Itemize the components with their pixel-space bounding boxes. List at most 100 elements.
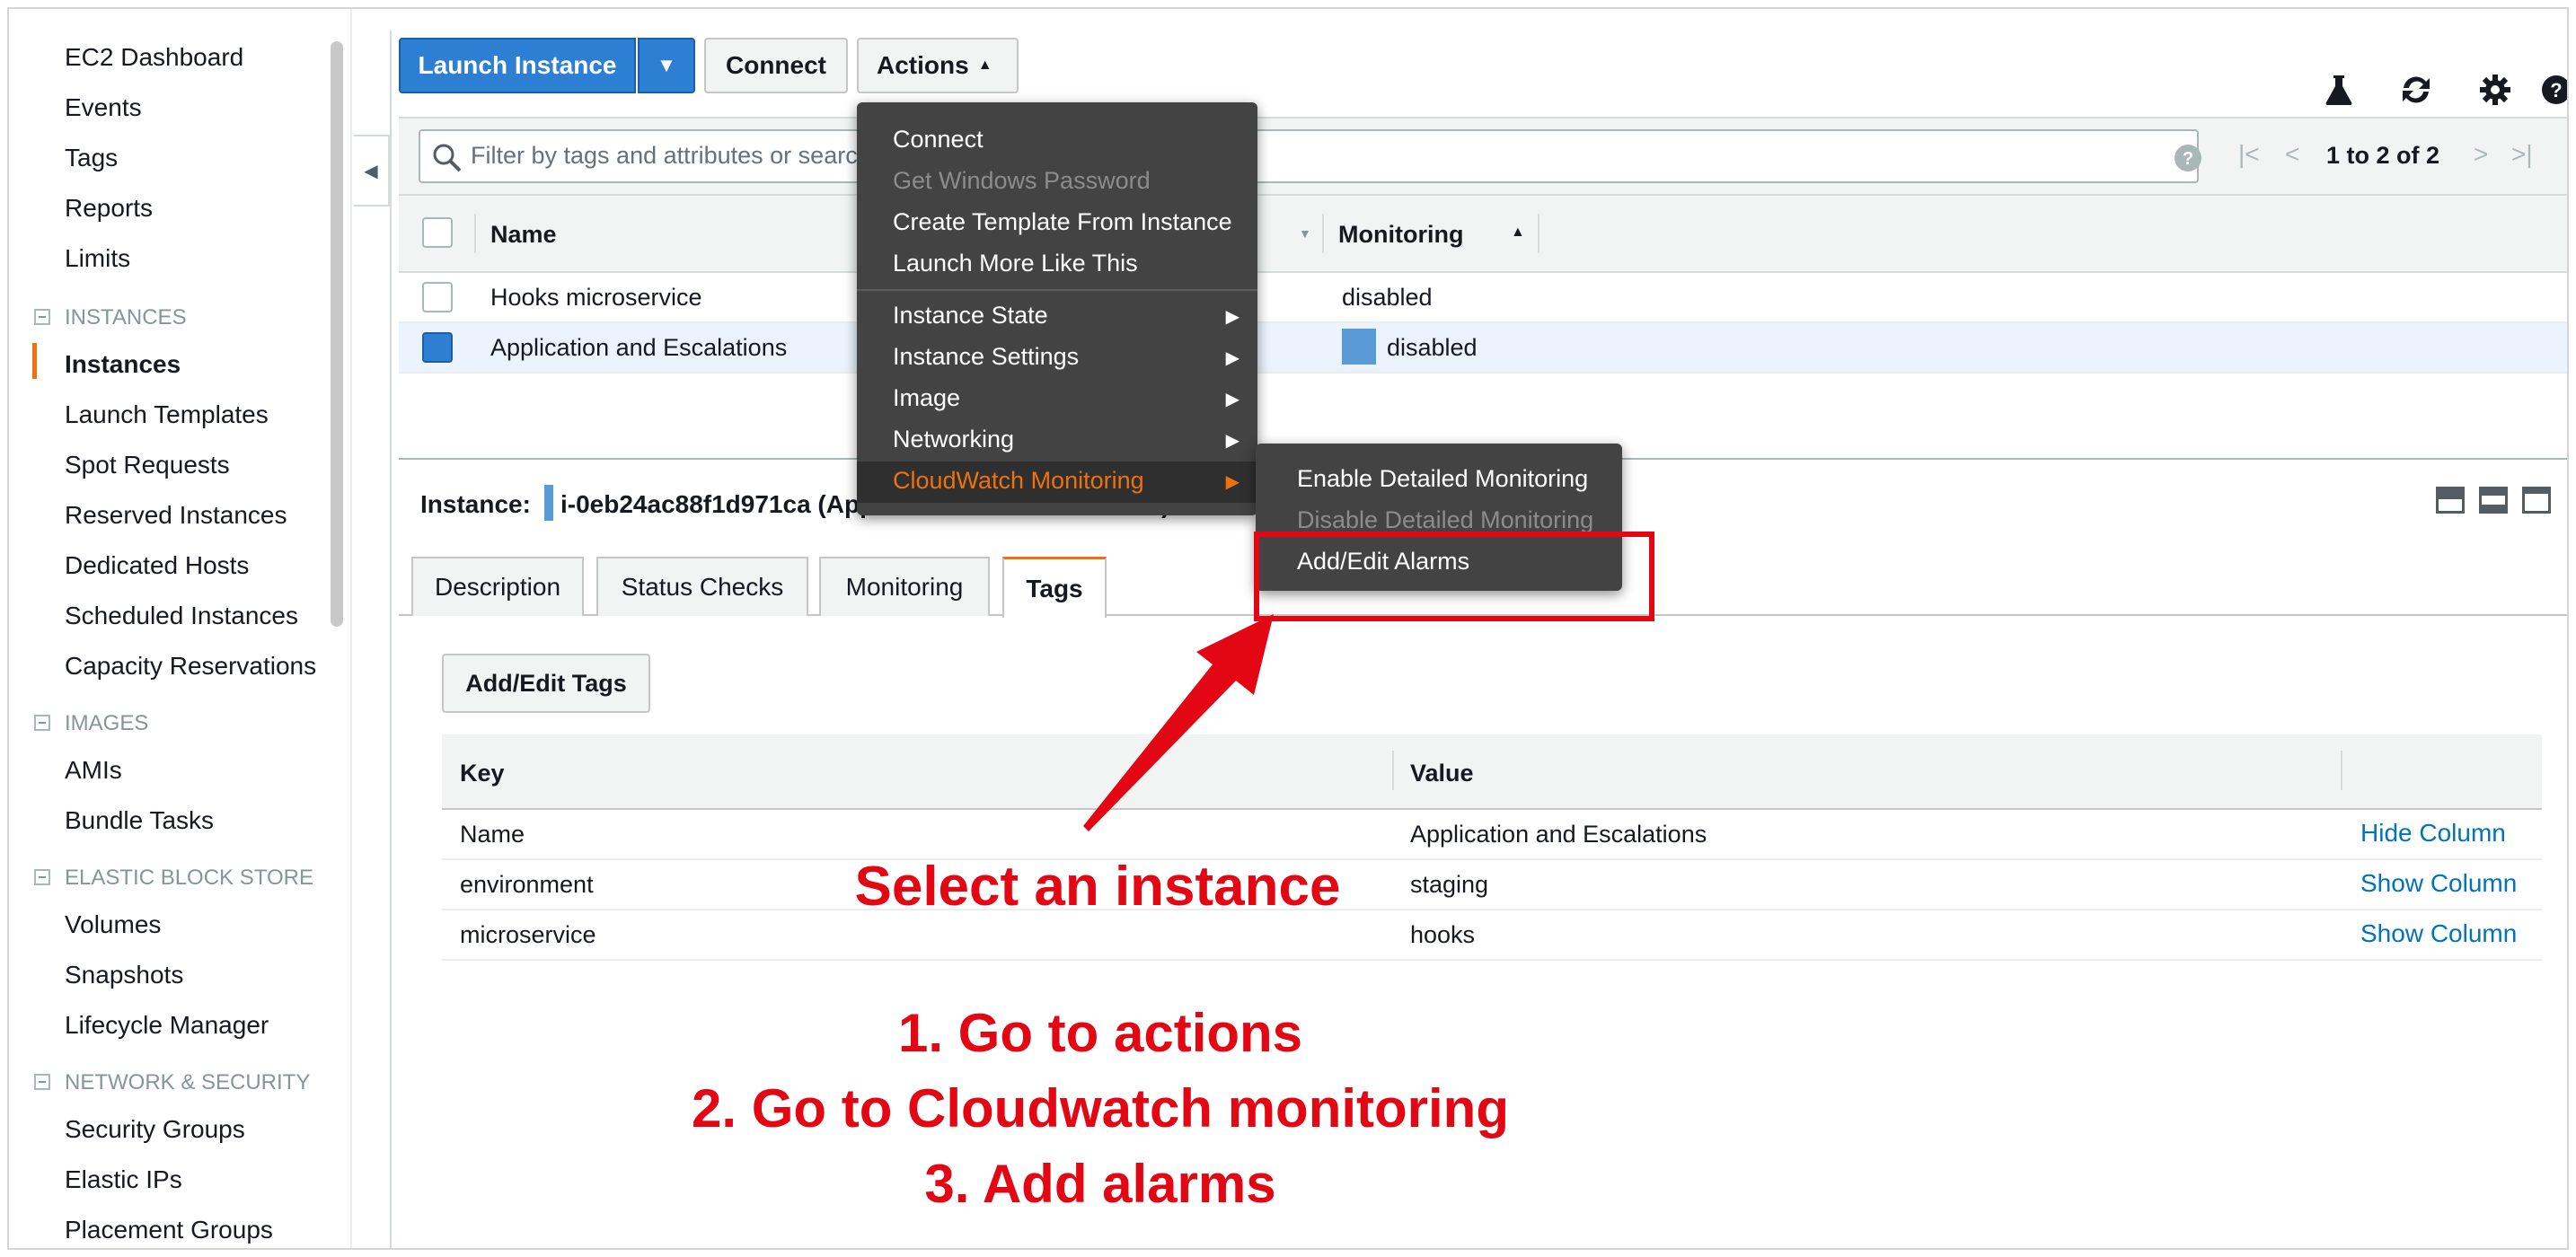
sidebar-item-capacity-reservations[interactable]: Capacity Reservations (65, 652, 316, 681)
row-checkbox[interactable] (422, 282, 453, 312)
sidebar-item-security-groups[interactable]: Security Groups (65, 1115, 245, 1144)
sidebar-item-lifecycle-manager[interactable]: Lifecycle Manager (65, 1011, 269, 1040)
flask-icon[interactable] (2321, 72, 2357, 108)
section-instances: INSTANCES (65, 305, 187, 330)
submenu-arrow-icon: ▶ (1225, 390, 1239, 409)
menu-item-create-template[interactable]: Create Template From Instance (893, 208, 1232, 236)
sort-caret-icon[interactable]: ▼ (1299, 226, 1311, 241)
sidebar-item-placement-groups[interactable]: Placement Groups (65, 1216, 273, 1244)
launch-instance-button[interactable]: Launch Instance (399, 38, 636, 93)
launch-dropdown-button[interactable]: ▼ (638, 38, 695, 93)
actions-button[interactable]: Actions ▲ (857, 38, 1019, 93)
annotation-step-3: 3. Add alarms (924, 1154, 1276, 1214)
sidebar-item-amis[interactable]: AMIs (65, 756, 122, 785)
tab-monitoring[interactable]: Monitoring (819, 557, 990, 616)
column-separator (474, 214, 476, 253)
actions-label: Actions (877, 51, 969, 79)
sidebar-scrollbar[interactable] (331, 41, 343, 627)
tab-description[interactable]: Description (411, 557, 584, 616)
section-images: IMAGES (65, 711, 149, 735)
previous-page-icon[interactable]: < (2285, 140, 2299, 169)
gear-icon[interactable] (2477, 72, 2513, 108)
menu-item-get-windows-password: Get Windows Password (893, 167, 1151, 194)
collapse-images-icon[interactable] (34, 715, 50, 731)
caret-down-icon: ▼ (657, 54, 676, 76)
sidebar-item-launch-templates[interactable]: Launch Templates (65, 400, 269, 429)
menu-item-cloudwatch-monitoring[interactable]: CloudWatch Monitoring (893, 467, 1144, 495)
instance-name: Hooks microservice (490, 284, 702, 311)
tag-row (442, 910, 2542, 961)
hide-column-link[interactable]: Hide Column (2360, 819, 2506, 848)
caret-left-icon: ◀ (364, 161, 378, 181)
annotation-step-2: 2. Go to Cloudwatch monitoring (692, 1078, 1509, 1138)
collapse-instances-icon[interactable] (34, 309, 50, 325)
sidebar-item-volumes[interactable]: Volumes (65, 910, 161, 939)
sidebar-item-dedicated-hosts[interactable]: Dedicated Hosts (65, 551, 249, 580)
collapse-ebs-icon[interactable] (34, 869, 50, 885)
menu-item-connect[interactable]: Connect (893, 126, 984, 154)
first-page-icon[interactable]: |< (2238, 140, 2260, 169)
collapse-sidebar-button[interactable]: ◀ (354, 135, 390, 207)
menu-item-networking[interactable]: Networking (893, 426, 1014, 453)
table-row[interactable] (399, 273, 2567, 323)
add-edit-tags-button[interactable]: Add/Edit Tags (442, 654, 650, 713)
sidebar-item-events[interactable]: Events (65, 93, 142, 122)
help-icon[interactable]: ? (2538, 72, 2567, 108)
sidebar-item-snapshots[interactable]: Snapshots (65, 961, 183, 989)
menu-item-launch-more[interactable]: Launch More Like This (893, 250, 1138, 277)
pager-text: 1 to 2 of 2 (2326, 142, 2440, 169)
tag-key: Name (460, 821, 525, 848)
menu-item-enable-detailed-monitoring[interactable]: Enable Detailed Monitoring (1297, 465, 1588, 493)
annotation-step-1: 1. Go to actions (897, 1003, 1303, 1063)
submenu-arrow-icon: ▶ (1225, 307, 1239, 327)
menu-item-disable-detailed-monitoring: Disable Detailed Monitoring (1297, 506, 1594, 533)
sidebar-item-tags[interactable]: Tags (65, 144, 118, 172)
menu-item-image[interactable]: Image (893, 384, 960, 412)
next-page-icon[interactable]: > (2474, 140, 2488, 169)
header-key: Key (460, 760, 505, 787)
last-page-icon[interactable]: >| (2511, 140, 2533, 169)
panel-minimize-icon[interactable] (2436, 487, 2465, 514)
instance-color-marker (544, 485, 553, 521)
show-column-link[interactable]: Show Column (2360, 869, 2517, 898)
sidebar-item-instances[interactable]: Instances (65, 350, 181, 379)
tab-status-checks[interactable]: Status Checks (596, 557, 808, 616)
header-name[interactable]: Name (490, 221, 557, 249)
tag-value: Application and Escalations (1410, 821, 1707, 848)
sidebar-item-elastic-ips[interactable]: Elastic IPs (65, 1165, 182, 1194)
sidebar: EC2 Dashboard Events Tags Reports Limits… (9, 9, 350, 1248)
caret-up-icon: ▲ (977, 57, 992, 73)
header-monitoring[interactable]: Monitoring (1338, 221, 1463, 249)
tag-key: environment (460, 871, 594, 898)
sidebar-item-reports[interactable]: Reports (65, 194, 153, 223)
panel-split-icon[interactable] (2479, 487, 2508, 514)
section-elastic-block-store: ELASTIC BLOCK STORE (65, 866, 313, 890)
refresh-icon[interactable] (2398, 72, 2434, 108)
connect-button[interactable]: Connect (704, 38, 848, 93)
tags-table-header (442, 734, 2542, 810)
menu-item-instance-settings[interactable]: Instance Settings (893, 343, 1079, 371)
menu-item-instance-state[interactable]: Instance State (893, 302, 1048, 330)
active-indicator (32, 343, 37, 379)
sidebar-item-spot-requests[interactable]: Spot Requests (65, 451, 230, 479)
panel-maximize-icon[interactable] (2522, 487, 2551, 514)
sidebar-item-bundle-tasks[interactable]: Bundle Tasks (65, 806, 214, 835)
submenu-arrow-icon: ▶ (1225, 472, 1239, 492)
column-separator (1538, 214, 1539, 253)
collapse-network-icon[interactable] (34, 1074, 50, 1090)
select-all-checkbox[interactable] (422, 217, 453, 248)
sidebar-item-scheduled-instances[interactable]: Scheduled Instances (65, 602, 298, 630)
section-network-security: NETWORK & SECURITY (65, 1070, 311, 1094)
tag-value: staging (1410, 871, 1489, 898)
filter-help-icon[interactable]: ? (2174, 144, 2202, 177)
sidebar-item-reserved-instances[interactable]: Reserved Instances (65, 501, 287, 530)
sidebar-item-limits[interactable]: Limits (65, 244, 130, 273)
highlight-box (1254, 532, 1654, 621)
annotation-select-instance: Select an instance (854, 856, 1341, 918)
sort-ascending-icon[interactable]: ▲ (1511, 224, 1525, 241)
instances-table-header (399, 196, 2567, 273)
sidebar-item-ec2-dashboard[interactable]: EC2 Dashboard (65, 43, 243, 72)
row-checkbox-checked[interactable] (422, 332, 453, 363)
show-column-link[interactable]: Show Column (2360, 919, 2517, 948)
column-separator (1322, 214, 1324, 253)
